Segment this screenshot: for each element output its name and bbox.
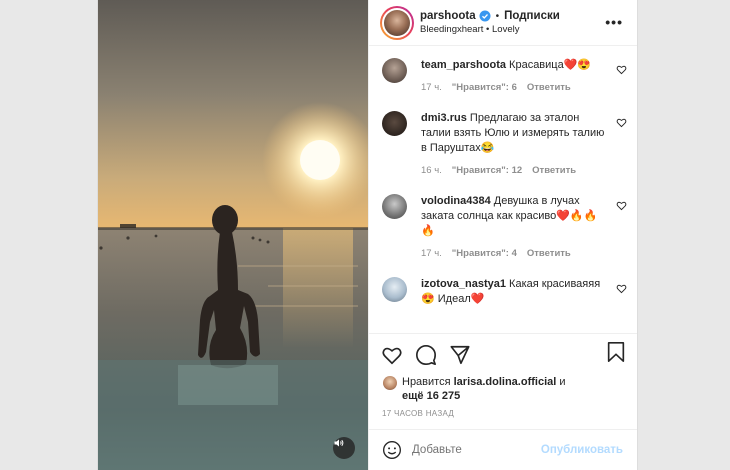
comment-avatar[interactable] [382, 111, 407, 136]
post-time-ago: 17 ЧАСОВ НАЗАД [382, 409, 455, 418]
post-side-panel: parshoota • Подписки Bleedingxheart • Lo… [368, 0, 637, 470]
speaker-icon [334, 439, 344, 447]
author-avatar[interactable] [380, 5, 414, 40]
comment-like-heart-icon[interactable] [616, 281, 627, 299]
page: parshoota • Подписки Bleedingxheart • Lo… [0, 0, 730, 470]
comment-likes[interactable]: "Нравится": 6 [452, 82, 517, 93]
comment-item: volodina4384 Девушка в лучах заката солн… [382, 194, 627, 259]
comment-time: 16 ч. [421, 165, 442, 176]
likes-summary: Нравится larisa.dolina.official и ещё 16… [369, 375, 637, 403]
comment-username[interactable]: volodina4384 [421, 195, 491, 207]
post-modal: parshoota • Подписки Bleedingxheart • Lo… [97, 0, 638, 470]
audio-artist: Bleedingxheart [420, 24, 484, 35]
emoji-picker-icon[interactable] [382, 440, 402, 460]
like-heart-icon[interactable] [381, 344, 403, 366]
likes-prefix: Нравится [402, 376, 451, 388]
comment-time: 17 ч. [421, 248, 442, 259]
post-actions-bar [369, 333, 637, 375]
comment-reply-button[interactable]: Ответить [527, 248, 571, 259]
author-username[interactable]: parshoota [420, 10, 476, 22]
sunset-sea-image [98, 0, 368, 470]
author-avatar-photo [384, 9, 410, 36]
audio-info[interactable]: Bleedingxheart • Lovely [420, 24, 560, 35]
comment-item: dmi3.rus Предлагаю за эталон талии взять… [382, 111, 627, 176]
audio-track: Lovely [492, 24, 520, 35]
comment-like-heart-icon[interactable] [616, 115, 627, 133]
comment-reply-button[interactable]: Ответить [532, 165, 576, 176]
verified-badge-icon [479, 10, 491, 22]
comment-text: Красавица❤️😍 [509, 59, 592, 71]
comment-avatar[interactable] [382, 277, 407, 302]
comment-input[interactable] [412, 444, 532, 456]
comment-item: izotova_nastya1 Какая красиваяяя😍 Идеал❤… [382, 277, 627, 307]
comment-username[interactable]: izotova_nastya1 [421, 278, 506, 290]
comment-username[interactable]: team_parshoota [421, 59, 506, 71]
comment-username[interactable]: dmi3.rus [421, 112, 467, 124]
likes-count-link[interactable]: ещё 16 275 [402, 390, 460, 402]
comment-likes[interactable]: "Нравится": 4 [452, 248, 517, 259]
comment-reply-button[interactable]: Ответить [527, 82, 571, 93]
comment-like-heart-icon[interactable] [616, 62, 627, 80]
comment-time: 17 ч. [421, 82, 442, 93]
save-bookmark-icon[interactable] [606, 341, 626, 368]
comments-list[interactable]: team_parshoota Красавица❤️😍 17 ч. "Нрави… [369, 46, 637, 333]
post-header: parshoota • Подписки Bleedingxheart • Lo… [369, 0, 637, 46]
likes-and: и [559, 376, 566, 388]
audio-separator: • [486, 24, 490, 35]
comment-item: team_parshoota Красавица❤️😍 17 ч. "Нрави… [382, 58, 627, 93]
publish-button[interactable]: Опубликовать [541, 444, 623, 456]
liker-username[interactable]: larisa.dolina.official [454, 376, 557, 388]
following-button[interactable]: Подписки [504, 10, 560, 22]
comment-likes[interactable]: "Нравится": 12 [452, 165, 522, 176]
comment-avatar[interactable] [382, 194, 407, 219]
add-comment-bar: Опубликовать [369, 429, 637, 470]
header-separator: • [495, 10, 500, 22]
liker-avatar[interactable] [383, 376, 397, 390]
post-media-video[interactable] [98, 0, 368, 470]
comment-avatar[interactable] [382, 58, 407, 83]
mute-toggle-button[interactable] [333, 437, 355, 459]
more-options-icon[interactable]: ••• [605, 14, 623, 30]
comment-like-heart-icon[interactable] [616, 198, 627, 216]
share-paper-plane-icon[interactable] [449, 344, 471, 366]
comment-bubble-icon[interactable] [415, 344, 437, 366]
